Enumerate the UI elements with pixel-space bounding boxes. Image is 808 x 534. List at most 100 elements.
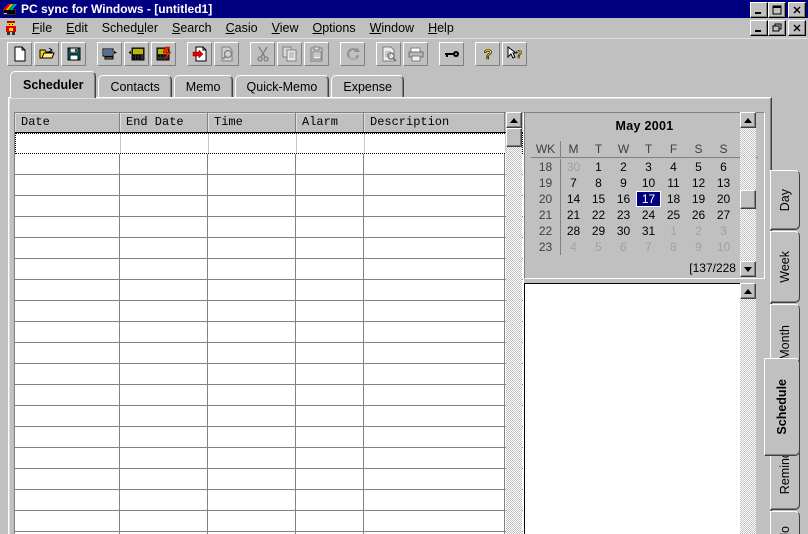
grid-cell[interactable] bbox=[296, 280, 364, 300]
grid-cell[interactable] bbox=[364, 301, 505, 321]
grid-cell[interactable] bbox=[120, 490, 208, 510]
tab-scheduler[interactable]: Scheduler bbox=[10, 71, 97, 98]
calendar-week-number[interactable]: 21 bbox=[531, 207, 561, 223]
help-pointer-icon[interactable]: ? bbox=[502, 42, 527, 66]
grid-cell[interactable] bbox=[16, 134, 121, 153]
calendar-scroll-up-button[interactable] bbox=[740, 112, 756, 128]
grid-cell[interactable] bbox=[15, 217, 120, 237]
grid-cell[interactable] bbox=[208, 490, 296, 510]
calendar-scroll-thumb[interactable] bbox=[740, 190, 756, 209]
grid-cell[interactable] bbox=[120, 154, 208, 174]
cut-scissors-icon[interactable] bbox=[250, 42, 275, 66]
calendar-day[interactable]: 1 bbox=[661, 223, 686, 239]
grid-column-header[interactable]: End Date bbox=[120, 113, 208, 132]
grid-cell[interactable] bbox=[296, 154, 364, 174]
minimize-button[interactable] bbox=[750, 2, 768, 18]
grid-cell[interactable] bbox=[296, 469, 364, 489]
detail-vertical-scrollbar[interactable] bbox=[740, 283, 756, 534]
grid-cell[interactable] bbox=[208, 217, 296, 237]
detail-scroll-up-button[interactable] bbox=[740, 283, 756, 299]
grid-cell[interactable] bbox=[208, 469, 296, 489]
grid-cell[interactable] bbox=[120, 448, 208, 468]
grid-cell[interactable] bbox=[208, 175, 296, 195]
grid-cell[interactable] bbox=[364, 238, 505, 258]
grid-cell[interactable] bbox=[120, 511, 208, 531]
table-row[interactable] bbox=[15, 175, 523, 196]
side-tab-day[interactable]: Day bbox=[770, 170, 800, 230]
grid-cell[interactable] bbox=[120, 469, 208, 489]
calendar-day[interactable]: 6 bbox=[611, 239, 636, 255]
schedule-grid[interactable]: Date End Date Time Alarm Description bbox=[14, 112, 524, 534]
table-row[interactable] bbox=[15, 301, 523, 322]
menu-item-scheduler[interactable]: Scheduler bbox=[95, 19, 165, 37]
menu-item-search[interactable]: Search bbox=[165, 19, 219, 37]
table-row[interactable] bbox=[15, 196, 523, 217]
grid-cell[interactable] bbox=[15, 490, 120, 510]
grid-cell[interactable] bbox=[296, 511, 364, 531]
grid-cell[interactable] bbox=[120, 196, 208, 216]
grid-cell[interactable] bbox=[15, 343, 120, 363]
receive-from-device-icon[interactable] bbox=[124, 42, 149, 66]
calendar-day[interactable]: 19 bbox=[686, 191, 711, 207]
grid-vertical-scrollbar[interactable] bbox=[506, 112, 522, 534]
table-row[interactable] bbox=[15, 427, 523, 448]
grid-cell[interactable] bbox=[364, 511, 505, 531]
grid-cell[interactable] bbox=[364, 448, 505, 468]
open-folder-icon[interactable] bbox=[34, 42, 59, 66]
grid-cell[interactable] bbox=[120, 406, 208, 426]
grid-cell[interactable] bbox=[296, 217, 364, 237]
table-row[interactable] bbox=[15, 343, 523, 364]
grid-cell[interactable] bbox=[296, 406, 364, 426]
grid-cell[interactable] bbox=[120, 427, 208, 447]
grid-cell[interactable] bbox=[121, 134, 209, 153]
grid-cell[interactable] bbox=[120, 217, 208, 237]
calendar-week-number[interactable]: 18 bbox=[531, 159, 561, 175]
calendar-day[interactable]: 15 bbox=[586, 191, 611, 207]
calendar-day[interactable]: 9 bbox=[611, 175, 636, 191]
grid-cell[interactable] bbox=[15, 448, 120, 468]
grid-cell[interactable] bbox=[364, 322, 505, 342]
grid-column-header[interactable]: Alarm bbox=[296, 113, 364, 132]
table-row[interactable] bbox=[15, 217, 523, 238]
calendar-week-number[interactable]: 19 bbox=[531, 175, 561, 191]
grid-cell[interactable] bbox=[120, 322, 208, 342]
side-tab-week[interactable]: Week bbox=[770, 231, 800, 303]
grid-cell[interactable] bbox=[296, 364, 364, 384]
grid-cell[interactable] bbox=[364, 469, 505, 489]
table-row[interactable] bbox=[15, 154, 523, 175]
calendar-day[interactable]: 20 bbox=[711, 191, 736, 207]
calendar-day[interactable]: 21 bbox=[561, 207, 586, 223]
grid-cell[interactable] bbox=[296, 196, 364, 216]
grid-column-header[interactable]: Time bbox=[208, 113, 296, 132]
grid-cell[interactable] bbox=[208, 511, 296, 531]
mini-calendar[interactable]: May 2001 WK M T W T F S S 18 30 1 2 3 4 5 6 19 7 8 9 10 11 12 1… bbox=[524, 112, 765, 279]
grid-cell[interactable] bbox=[120, 259, 208, 279]
copy-icon[interactable] bbox=[277, 42, 302, 66]
mdi-close-button[interactable] bbox=[788, 20, 806, 36]
grid-cell[interactable] bbox=[209, 134, 297, 153]
grid-cell[interactable] bbox=[208, 427, 296, 447]
grid-cell[interactable] bbox=[364, 196, 505, 216]
grid-cell[interactable] bbox=[208, 385, 296, 405]
side-tab-schedule[interactable]: Schedule bbox=[764, 358, 800, 456]
menu-item-edit[interactable]: Edit bbox=[59, 19, 95, 37]
calendar-day[interactable]: 7 bbox=[636, 239, 661, 255]
grid-cell[interactable] bbox=[15, 469, 120, 489]
grid-cell[interactable] bbox=[208, 259, 296, 279]
calendar-day[interactable]: 25 bbox=[661, 207, 686, 223]
grid-cell[interactable] bbox=[208, 343, 296, 363]
close-button[interactable] bbox=[788, 2, 806, 18]
calendar-week-number[interactable]: 22 bbox=[531, 223, 561, 239]
grid-scroll-thumb[interactable] bbox=[506, 128, 522, 147]
tab-memo[interactable]: Memo bbox=[173, 75, 233, 98]
grid-cell[interactable] bbox=[120, 175, 208, 195]
grid-cell[interactable] bbox=[15, 385, 120, 405]
calendar-day[interactable]: 16 bbox=[611, 191, 636, 207]
send-to-pc-icon[interactable] bbox=[97, 42, 122, 66]
grid-cell[interactable] bbox=[120, 301, 208, 321]
detail-scroll-track[interactable] bbox=[740, 299, 756, 534]
calendar-vertical-scrollbar[interactable] bbox=[740, 112, 756, 277]
calendar-day[interactable]: 12 bbox=[686, 175, 711, 191]
calendar-week-number[interactable]: 23 bbox=[531, 239, 561, 255]
grid-cell[interactable] bbox=[296, 238, 364, 258]
